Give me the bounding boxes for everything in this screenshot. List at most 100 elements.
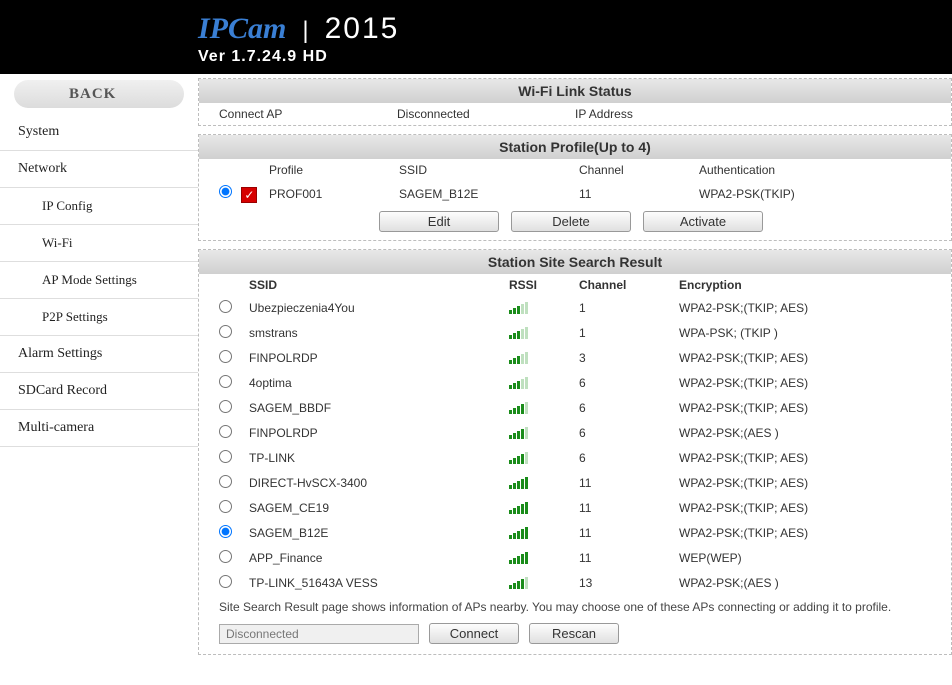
signal-icon (509, 550, 528, 564)
station-profile-title: Station Profile(Up to 4) (199, 135, 951, 159)
profile-head-channel: Channel (579, 163, 699, 177)
search-head-encryption: Encryption (679, 274, 931, 296)
site-ssid: smstrans (249, 321, 509, 346)
profile-radio[interactable] (219, 185, 232, 198)
nav-ipconfig[interactable]: IP Config (0, 188, 198, 225)
site-search-table: SSID RSSI Channel Encryption Ubezpieczen… (219, 274, 931, 596)
site-radio[interactable] (219, 325, 232, 338)
site-ssid: APP_Finance (249, 546, 509, 571)
delete-button[interactable]: Delete (511, 211, 631, 232)
search-head-channel: Channel (579, 274, 679, 296)
site-channel: 11 (579, 521, 679, 546)
site-encryption: WPA2-PSK;(TKIP; AES) (679, 446, 931, 471)
nav-p2p[interactable]: P2P Settings (0, 299, 198, 336)
table-row: FINPOLRDP 6WPA2-PSK;(AES ) (219, 421, 931, 446)
site-encryption: WEP(WEP) (679, 546, 931, 571)
site-radio[interactable] (219, 525, 232, 538)
site-ssid: TP-LINK_51643A VESS (249, 571, 509, 596)
nav-alarm[interactable]: Alarm Settings (0, 336, 198, 373)
site-ssid: TP-LINK (249, 446, 509, 471)
version-label: Ver 1.7.24.9 HD (198, 48, 952, 66)
site-channel: 6 (579, 396, 679, 421)
site-encryption: WPA-PSK; (TKIP ) (679, 321, 931, 346)
site-ssid: SAGEM_B12E (249, 521, 509, 546)
signal-icon (509, 575, 528, 589)
site-ssid: SAGEM_BBDF (249, 396, 509, 421)
connectap-value: Disconnected (397, 107, 575, 121)
site-channel: 13 (579, 571, 679, 596)
site-radio[interactable] (219, 425, 232, 438)
search-head-ssid: SSID (249, 274, 509, 296)
signal-icon (509, 325, 528, 339)
site-radio[interactable] (219, 400, 232, 413)
back-label: BACK (69, 86, 116, 103)
pipe-divider: | (302, 17, 308, 45)
connect-button[interactable]: Connect (429, 623, 519, 644)
site-radio[interactable] (219, 500, 232, 513)
profile-head-profile: Profile (269, 163, 399, 177)
site-encryption: WPA2-PSK;(TKIP; AES) (679, 296, 931, 321)
brand-year: 2015 (325, 12, 400, 46)
profile-name: PROF001 (269, 187, 399, 201)
nav-wifi[interactable]: Wi-Fi (0, 225, 198, 262)
table-row: TP-LINK_51643A VESS 13WPA2-PSK;(AES ) (219, 571, 931, 596)
site-ssid: FINPOLRDP (249, 421, 509, 446)
site-encryption: WPA2-PSK;(AES ) (679, 571, 931, 596)
site-channel: 6 (579, 421, 679, 446)
site-radio[interactable] (219, 375, 232, 388)
wifi-link-section: Wi-Fi Link Status Connect AP Disconnecte… (198, 78, 952, 126)
table-row: SAGEM_B12E11WPA2-PSK;(TKIP; AES) (219, 521, 931, 546)
site-ssid: 4optima (249, 371, 509, 396)
nav-apmode[interactable]: AP Mode Settings (0, 262, 198, 299)
site-ssid: DIRECT-HvSCX-3400 (249, 471, 509, 496)
table-row: smstrans 1WPA-PSK; (TKIP ) (219, 321, 931, 346)
wifi-link-title: Wi-Fi Link Status (199, 79, 951, 103)
site-radio[interactable] (219, 475, 232, 488)
site-channel: 3 (579, 346, 679, 371)
nav-system[interactable]: System (0, 114, 198, 151)
signal-icon (509, 425, 528, 439)
nav-multi[interactable]: Multi-camera (0, 410, 198, 447)
table-row: TP-LINK6WPA2-PSK;(TKIP; AES) (219, 446, 931, 471)
check-icon: ✓ (241, 187, 257, 203)
profile-ssid: SAGEM_B12E (399, 187, 579, 201)
ipaddress-label: IP Address (575, 107, 753, 121)
table-row: SAGEM_CE1911WPA2-PSK;(TKIP; AES) (219, 496, 931, 521)
site-radio[interactable] (219, 575, 232, 588)
site-encryption: WPA2-PSK;(TKIP; AES) (679, 496, 931, 521)
table-row: SAGEM_BBDF6WPA2-PSK;(TKIP; AES) (219, 396, 931, 421)
site-channel: 11 (579, 496, 679, 521)
activate-button[interactable]: Activate (643, 211, 763, 232)
site-radio[interactable] (219, 450, 232, 463)
profile-head-auth: Authentication (699, 163, 931, 177)
site-encryption: WPA2-PSK;(AES ) (679, 421, 931, 446)
signal-icon (509, 475, 528, 489)
signal-icon (509, 375, 528, 389)
signal-icon (509, 350, 528, 364)
search-head-rssi: RSSI (509, 274, 579, 296)
connection-status: Disconnected (219, 624, 419, 644)
profile-head-ssid: SSID (399, 163, 579, 177)
site-encryption: WPA2-PSK;(TKIP; AES) (679, 371, 931, 396)
table-row: FINPOLRDP 3WPA2-PSK;(TKIP; AES) (219, 346, 931, 371)
signal-icon (509, 300, 528, 314)
nav-sdcard[interactable]: SDCard Record (0, 373, 198, 410)
site-ssid: FINPOLRDP (249, 346, 509, 371)
edit-button[interactable]: Edit (379, 211, 499, 232)
table-row: 4optima6WPA2-PSK;(TKIP; AES) (219, 371, 931, 396)
station-profile-section: Station Profile(Up to 4) Profile SSID Ch… (198, 134, 952, 241)
nav-network[interactable]: Network (0, 151, 198, 188)
site-radio[interactable] (219, 300, 232, 313)
site-radio[interactable] (219, 350, 232, 363)
profile-auth: WPA2-PSK(TKIP) (699, 187, 931, 201)
site-channel: 1 (579, 321, 679, 346)
site-radio[interactable] (219, 550, 232, 563)
back-button[interactable]: BACK (14, 80, 184, 108)
signal-icon (509, 525, 528, 539)
signal-icon (509, 450, 528, 464)
site-encryption: WPA2-PSK;(TKIP; AES) (679, 346, 931, 371)
site-search-title: Station Site Search Result (199, 250, 951, 274)
table-row: APP_Finance 11WEP(WEP) (219, 546, 931, 571)
site-channel: 11 (579, 546, 679, 571)
rescan-button[interactable]: Rescan (529, 623, 619, 644)
